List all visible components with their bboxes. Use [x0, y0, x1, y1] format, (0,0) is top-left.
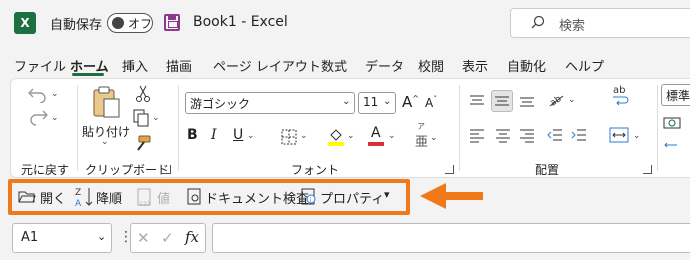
document-title: Book1 - Excel [193, 14, 288, 30]
italic-icon[interactable]: I [211, 127, 217, 143]
copy-dropdown-icon[interactable]: ⌄ [152, 113, 160, 123]
wrap-arrow-icon [613, 96, 629, 106]
accounting-format-icon[interactable] [663, 115, 681, 131]
ribbon: ⌄ ⌄ 元に戻す 貼り付け ⌄ ⌄ クリップボード 游ゴシック ⌄ 11 ⌄ A… [10, 78, 690, 178]
merge-dropdown-icon[interactable]: ⌄ [633, 131, 641, 141]
tab-data[interactable]: データ [365, 56, 404, 75]
cancel-icon[interactable]: ✕ [137, 229, 150, 247]
callout-arrow-shaft [445, 192, 483, 200]
formula-buttons: ✕ ✓ fx [130, 223, 206, 253]
alignment-launcher-icon[interactable] [643, 165, 652, 174]
group-separator [657, 85, 658, 171]
font-color-dropdown-icon[interactable]: ⌄ [388, 131, 396, 141]
excel-logo-icon: X [14, 12, 36, 34]
underline-icon[interactable]: U [233, 127, 243, 143]
bold-icon[interactable]: B [187, 127, 198, 143]
callout-arrow-icon [420, 183, 446, 209]
chevron-down-icon: ⌄ [383, 96, 392, 107]
font-group-label: フォント [291, 163, 340, 177]
undo-dropdown-icon[interactable]: ⌄ [51, 89, 59, 99]
save-icon[interactable] [164, 14, 180, 31]
font-size-value: 11 [363, 95, 379, 109]
redo-dropdown-icon[interactable]: ⌄ [51, 113, 59, 123]
phonetic-dropdown-icon[interactable]: ⌄ [430, 133, 438, 143]
underline-dropdown-icon[interactable]: ⌄ [247, 131, 255, 141]
font-name-value: 游ゴシック [190, 97, 251, 111]
toggle-knob [112, 17, 124, 29]
active-tab-indicator [72, 73, 104, 76]
name-box-value: A1 [21, 230, 39, 245]
tab-view[interactable]: 表示 [462, 56, 488, 75]
borders-dropdown-icon[interactable]: ⌄ [300, 131, 308, 141]
orientation-icon[interactable]: ab [547, 89, 565, 109]
highlight-box [8, 179, 410, 215]
align-bottom-icon[interactable] [519, 93, 535, 109]
tab-page-layout[interactable]: ページ レイアウト [213, 56, 321, 75]
autosave-toggle[interactable]: オフ [107, 13, 153, 33]
font-size-combo[interactable]: 11 ⌄ [358, 92, 396, 114]
tab-automate[interactable]: 自動化 [507, 56, 546, 75]
tab-review[interactable]: 校閲 [418, 56, 444, 75]
title-bar: X 自動保存 オフ Book1 - Excel 検索 [0, 0, 690, 46]
orientation-dropdown-icon[interactable]: ⌄ [568, 95, 576, 105]
insert-function-icon[interactable]: fx [185, 228, 199, 246]
number-format-value: 標準 [666, 89, 690, 103]
redo-icon[interactable] [27, 109, 49, 127]
name-box[interactable]: A1 ⌄ [12, 223, 112, 253]
confirm-icon[interactable]: ✓ [161, 229, 174, 247]
search-icon [531, 15, 545, 29]
font-name-combo[interactable]: 游ゴシック ⌄ [185, 92, 355, 114]
decrease-font-icon[interactable]: Aˇ [425, 95, 437, 110]
tab-formulas[interactable]: 数式 [321, 56, 347, 75]
align-middle-button[interactable] [491, 90, 513, 112]
increase-indent-icon[interactable] [571, 127, 587, 143]
copy-icon[interactable] [133, 109, 149, 127]
formula-input[interactable] [212, 223, 690, 253]
decrease-indent-icon[interactable] [547, 127, 563, 143]
format-painter-icon[interactable] [133, 135, 151, 153]
tab-insert[interactable]: 挿入 [122, 56, 148, 75]
fill-color-icon[interactable] [327, 127, 345, 147]
alignment-group-label: 配置 [535, 163, 560, 177]
align-middle-icon [495, 96, 509, 106]
clipboard-launcher-icon[interactable] [162, 165, 171, 174]
borders-icon[interactable] [281, 129, 297, 145]
align-center-icon[interactable] [495, 127, 511, 143]
search-box[interactable]: 検索 [510, 8, 690, 38]
increase-decimal-icon[interactable] [663, 137, 681, 153]
undo-group-label: 元に戻す [21, 163, 70, 177]
cut-icon[interactable] [135, 85, 151, 103]
paste-dropdown-icon[interactable]: ⌄ [101, 137, 109, 147]
chevron-down-icon: ⌄ [342, 96, 351, 107]
autosave-label: 自動保存 [50, 18, 103, 33]
chevron-down-icon: ⌄ [97, 230, 107, 243]
autosave-state: オフ [128, 17, 153, 31]
group-separator [77, 85, 78, 171]
paste-icon[interactable] [91, 85, 121, 119]
group-separator [459, 85, 460, 171]
align-left-icon[interactable] [469, 127, 485, 143]
tab-draw[interactable]: 描画 [166, 56, 192, 75]
increase-font-icon[interactable]: A^ [402, 93, 419, 111]
number-format-combo[interactable]: 標準 [661, 84, 690, 106]
search-placeholder: 検索 [559, 19, 586, 34]
undo-icon[interactable] [27, 85, 49, 103]
font-color-icon[interactable]: A [371, 125, 381, 141]
font-color-swatch [368, 142, 384, 146]
merge-center-icon[interactable] [609, 127, 629, 143]
font-launcher-icon[interactable] [445, 165, 454, 174]
clipboard-group-label: クリップボード [85, 163, 170, 177]
phonetic-icon-main: 亜 [415, 135, 429, 150]
fill-color-dropdown-icon[interactable]: ⌄ [347, 131, 355, 141]
align-top-icon[interactable] [469, 93, 485, 109]
group-separator [178, 85, 179, 171]
tab-help[interactable]: ヘルプ [565, 56, 604, 75]
align-right-icon[interactable] [519, 127, 535, 143]
tab-file[interactable]: ファイル [14, 56, 66, 75]
